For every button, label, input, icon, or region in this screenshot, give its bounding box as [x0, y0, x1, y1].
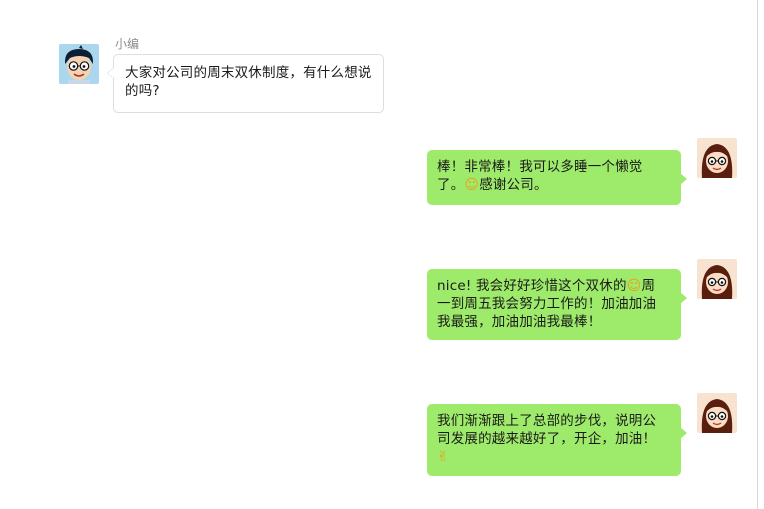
message-text-line: 棒！非常棒！我可以多睡一个懒觉 [437, 159, 643, 175]
sender-name: 小编 [115, 37, 140, 51]
outgoing-message-bubble-1[interactable]: 棒！非常棒！我可以多睡一个懒觉 了。☺感谢公司。 [427, 150, 687, 205]
right-edge-divider [757, 0, 758, 509]
smile-emoji-icon: ☺ [626, 278, 642, 294]
outgoing-message-bubble-2[interactable]: nice! 我会好好珍惜这个双休的☺周 一到周五我会努力工作的！加油加油 我最强… [427, 269, 687, 340]
message-text-line: 感谢公司。 [479, 177, 548, 193]
girl-avatar-icon[interactable] [697, 138, 737, 178]
message-text-line: 周 [641, 278, 656, 294]
girl-avatar-icon[interactable] [697, 393, 737, 433]
message-text-line: 了。 [437, 177, 465, 193]
message-text: 大家对公司的周末双休制度，有什么想说的吗? [125, 65, 372, 99]
girl-avatar-icon[interactable] [697, 259, 737, 299]
flower-smile-emoji-icon: ☺ [464, 177, 480, 193]
outgoing-message-bubble-3[interactable]: 我们渐渐跟上了总部的步伐，说明公 司发展的越来越好了，开企，加油！ ✌ [427, 404, 687, 476]
message-text-line: nice! 我会好好珍惜这个双休的 [437, 278, 627, 294]
message-text-line: 一到周五我会努力工作的！加油加油 [437, 296, 657, 312]
victory-hand-emoji-icon: ✌ [437, 449, 449, 465]
boy-avatar-icon[interactable] [59, 44, 99, 84]
message-text-line: 我最强，加油加油我最棒！ [437, 314, 602, 330]
incoming-message-bubble[interactable]: 大家对公司的周末双休制度，有什么想说的吗? [107, 54, 384, 113]
message-text-line: 我们渐渐跟上了总部的步伐，说明公 [437, 413, 657, 429]
message-text-line: 司发展的越来越好了，开企，加油！ [437, 431, 657, 447]
